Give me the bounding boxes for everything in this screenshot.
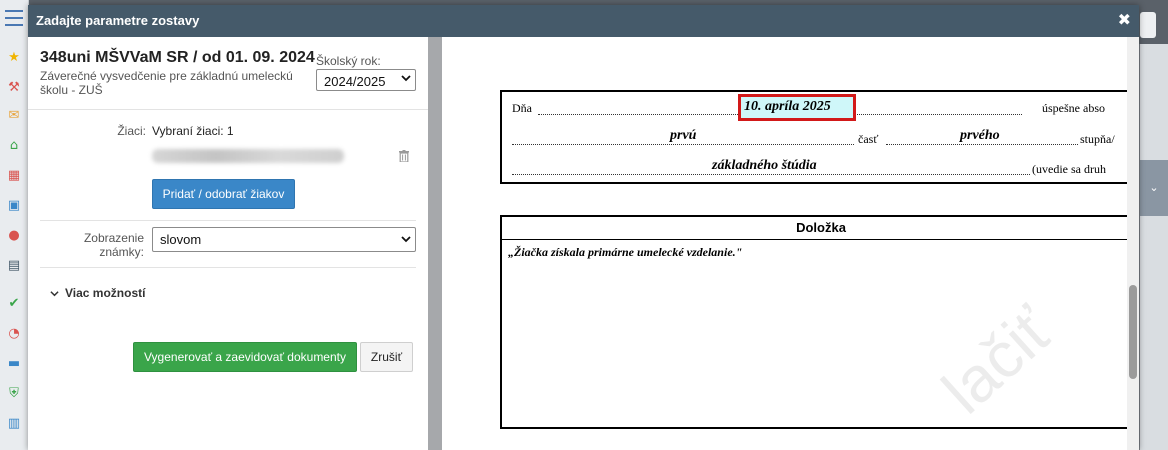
- level-value: prvého: [960, 128, 1000, 143]
- study-value: základného štúdia: [712, 158, 817, 173]
- dotted-line: [512, 174, 1030, 175]
- level-label: stupňa/: [1080, 132, 1115, 146]
- user-icon[interactable]: ●: [6, 228, 22, 244]
- report-subtitle: Záverečné vysvedčenie pre základnú umele…: [40, 69, 293, 97]
- generate-documents-button[interactable]: Vygenerovať a zaevidovať dokumenty: [133, 342, 357, 372]
- student-name-blurred: [152, 149, 344, 163]
- schedule-icon[interactable]: ▤: [6, 258, 22, 274]
- background-control: [1140, 12, 1156, 38]
- dialog-title: Zadajte parametre zostavy: [36, 13, 200, 28]
- date-field-highlight[interactable]: 10. apríla 2025: [738, 94, 856, 121]
- certificate-result-box: Dňa 10. apríla 2025 úspešne abso prvú ča…: [500, 90, 1139, 184]
- background-content: [1140, 44, 1168, 450]
- trash-icon[interactable]: [399, 150, 409, 162]
- dotted-line: [886, 144, 1078, 145]
- selected-students-text: Vybraní žiaci: 1: [152, 124, 234, 138]
- dotted-line: [512, 144, 854, 145]
- background-band: ⌄: [1140, 160, 1168, 216]
- dialog-header: Zadajte parametre zostavy ✖: [28, 5, 1139, 37]
- date-value: 10. apríla 2025: [744, 99, 831, 114]
- divider: [28, 109, 428, 110]
- type-hint: (uvedie sa druh: [1032, 162, 1106, 176]
- divider: [40, 220, 416, 221]
- more-options-label: Viac možností: [65, 286, 146, 300]
- mail-icon[interactable]: ✉: [6, 108, 22, 124]
- bar-chart-icon[interactable]: ▥: [6, 416, 22, 432]
- chart-pie-icon[interactable]: ◔: [6, 326, 22, 342]
- school-year-select[interactable]: 2024/2025: [316, 69, 416, 91]
- clause-text: „Žiačka získala primárne umelecké vzdela…: [508, 245, 743, 259]
- chevron-down-icon: [50, 291, 59, 297]
- add-remove-students-button[interactable]: Pridať / odobrať žiakov: [152, 179, 295, 209]
- briefcase-icon[interactable]: ▬: [6, 356, 22, 372]
- menu-icon[interactable]: [5, 10, 23, 26]
- school-year-value: 2024/2025: [324, 74, 386, 89]
- report-title: 348uni MŠVVaM SR / od 01. 09. 2024: [40, 49, 315, 66]
- students-label: Žiaci:: [117, 124, 146, 138]
- check-icon[interactable]: ✔: [6, 296, 22, 312]
- part-value: prvú: [670, 128, 697, 143]
- report-parameters-dialog: Zadajte parametre zostavy ✖ 348uni MŠVVa…: [28, 5, 1139, 450]
- scrollbar-thumb[interactable]: [1129, 285, 1137, 379]
- grade-display-value: slovom: [160, 232, 202, 247]
- book-icon[interactable]: ▣: [6, 198, 22, 214]
- panel-splitter[interactable]: [428, 37, 442, 450]
- success-text: úspešne abso: [1042, 101, 1105, 115]
- school-year-label: Školský rok:: [316, 54, 381, 68]
- parameters-panel: 348uni MŠVVaM SR / od 01. 09. 2024 Záver…: [28, 37, 428, 450]
- star-icon[interactable]: ★: [6, 50, 22, 66]
- home-icon[interactable]: ⌂: [6, 138, 22, 154]
- app-sidebar: ★ ⚒ ✉ ⌂ ▦ ▣ ● ▤ ✔ ◔ ▬ ⛨ ▥: [0, 0, 29, 450]
- shield-icon[interactable]: ⛨: [6, 386, 22, 402]
- day-label: Dňa: [512, 101, 532, 115]
- wand-icon[interactable]: ⚒: [6, 80, 22, 96]
- preview-scrollbar[interactable]: [1127, 37, 1139, 450]
- close-icon[interactable]: ✖: [1118, 10, 1131, 29]
- grade-display-select[interactable]: slovom: [152, 227, 416, 252]
- more-options-toggle[interactable]: Viac možností: [50, 286, 145, 300]
- part-label: časť: [858, 132, 879, 146]
- clause-box: Doložka „Žiačka získala primárne umeleck…: [500, 215, 1139, 429]
- chevron-down-icon: [401, 75, 411, 82]
- grade-display-label: Zobrazenie známky:: [83, 231, 144, 259]
- chevron-down-icon: [401, 236, 411, 243]
- divider: [40, 267, 416, 268]
- clause-heading: Doložka: [502, 217, 1139, 240]
- cancel-button[interactable]: Zrušiť: [360, 342, 413, 372]
- calendar-icon[interactable]: ▦: [6, 168, 22, 184]
- document-preview: lačiť Dňa 10. apríla 2025 úspešne abso p…: [442, 37, 1139, 450]
